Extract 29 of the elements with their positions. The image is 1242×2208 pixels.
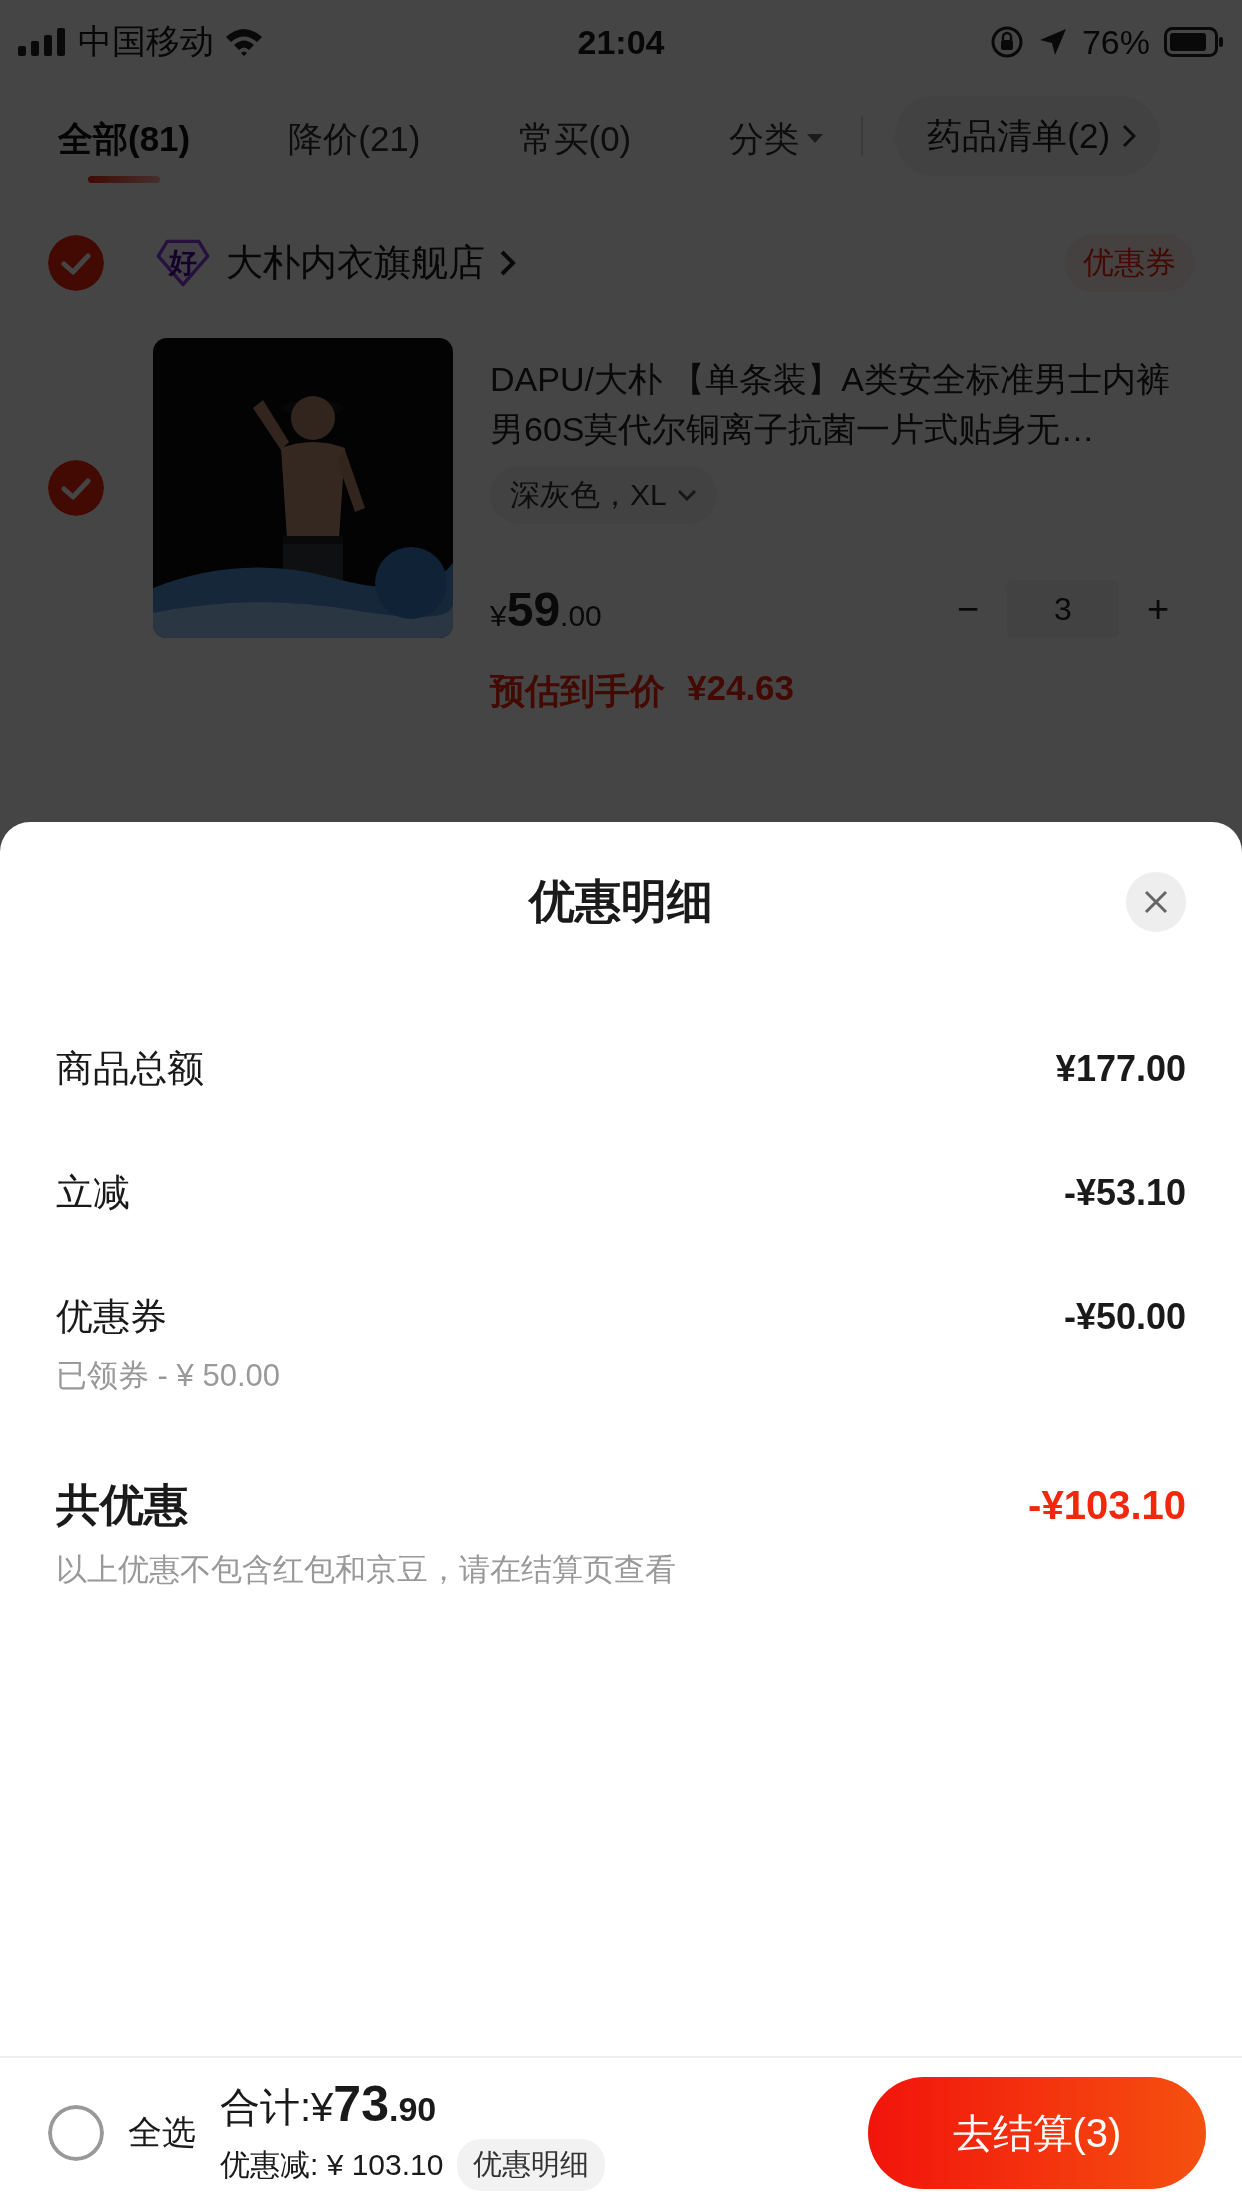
total-label: 共优惠	[56, 1479, 188, 1531]
carrier-name: 中国移动	[78, 21, 214, 62]
estimate-price: ¥24.63	[687, 668, 795, 709]
row-note: 已领券 - ¥ 50.00	[56, 1357, 281, 1395]
row-label: 立减	[56, 1171, 130, 1215]
total-value: -¥103.10	[1028, 1482, 1186, 1529]
estimate-label: 预估到手价	[490, 670, 665, 712]
plus-button[interactable]: +	[1133, 586, 1183, 632]
product-price: ¥59.00	[490, 581, 602, 637]
row-label: 商品总额	[56, 1047, 204, 1091]
clock-time: 21:04	[577, 22, 665, 62]
row-label: 优惠券	[56, 1295, 167, 1339]
checkout-button[interactable]: 去结算(3)	[868, 2077, 1206, 2189]
row-value: -¥50.00	[1063, 1295, 1186, 1339]
discount-amount: 优惠减: ¥ 103.10	[220, 2146, 444, 2183]
row-value: ¥177.00	[1055, 1047, 1186, 1091]
tab[interactable]: 常买(0)	[518, 101, 632, 183]
sheet-title: 优惠明细	[529, 874, 713, 929]
tab[interactable]: 全部(81)	[58, 101, 191, 183]
checkbox[interactable]	[48, 2105, 104, 2161]
select-all-label[interactable]: 全选	[128, 2110, 196, 2156]
minus-button[interactable]: −	[943, 586, 993, 632]
discount-details-button[interactable]: 优惠明细	[457, 2139, 606, 2191]
total-note: 以上优惠不包含红包和京豆，请在结算页查看	[56, 1551, 677, 1589]
tab[interactable]: 降价(21)	[288, 101, 421, 183]
battery-percent: 76%	[1081, 22, 1150, 62]
total-price: 合计:¥73.90	[220, 2075, 438, 2134]
close-icon	[1143, 889, 1169, 915]
row-value: -¥53.10	[1063, 1171, 1186, 1215]
